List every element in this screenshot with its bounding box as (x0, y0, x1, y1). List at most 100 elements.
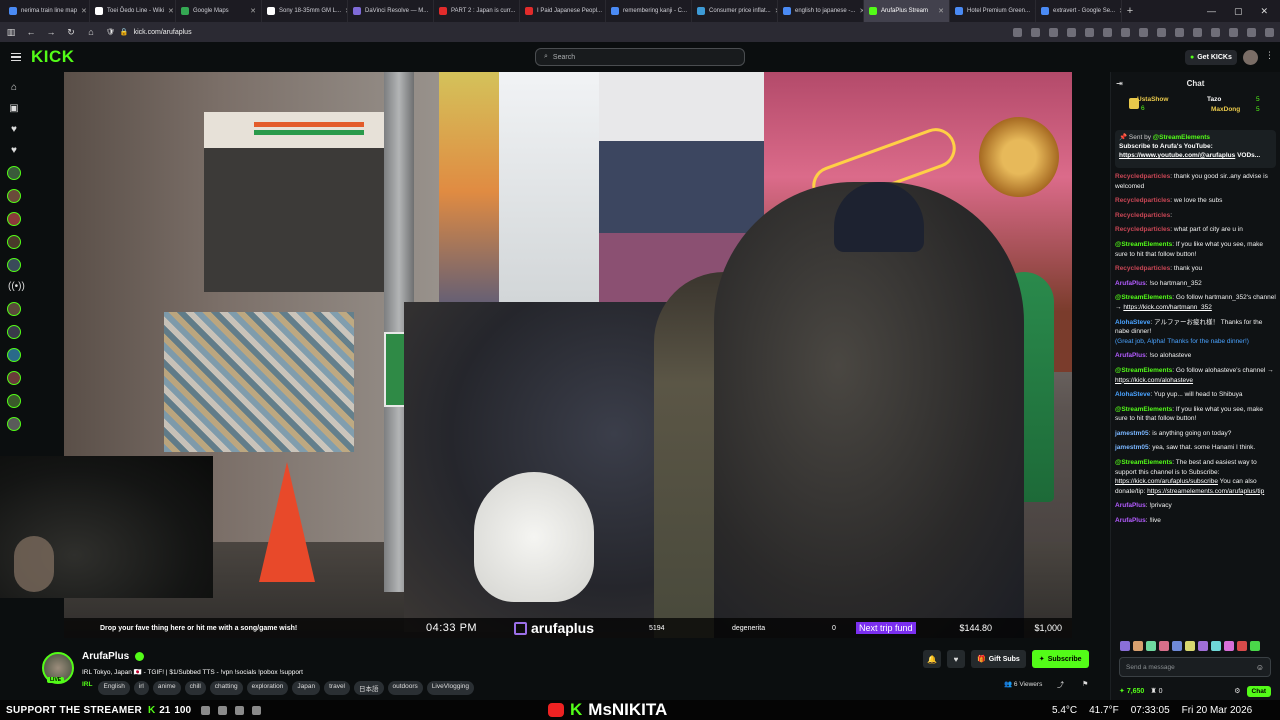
emote-icon[interactable] (1237, 641, 1247, 651)
browser-tab[interactable]: I Paid Japanese Peopl...✕ (520, 0, 606, 22)
chat-username[interactable]: jamestm05 (1115, 430, 1149, 437)
emote-icon[interactable] (1146, 641, 1156, 651)
following-icon[interactable]: ♥ (8, 145, 20, 157)
chat-username[interactable]: Recycledparticles (1115, 197, 1170, 204)
chat-username[interactable]: ArufaPlus (1115, 517, 1146, 524)
chat-link[interactable]: https://kick.com/arufaplus/subscribe (1115, 478, 1218, 485)
report-flag-icon[interactable]: ⚑ (1082, 680, 1088, 688)
chat-username[interactable]: jamestm05 (1115, 444, 1149, 451)
chat-link[interactable]: https://kick.com/hartmann_352 (1123, 304, 1212, 311)
followed-channel-avatar[interactable] (7, 212, 21, 226)
home-icon[interactable]: ⌂ (86, 27, 96, 37)
chat-username[interactable]: ArufaPlus (1115, 280, 1146, 287)
chat-username[interactable]: Recycledparticles (1115, 212, 1170, 219)
following-heart-icon[interactable]: ♥ (8, 124, 20, 136)
chat-settings-icon[interactable]: ⚙ (1234, 687, 1240, 695)
chat-username[interactable]: @StreamElements (1115, 294, 1172, 301)
chat-username[interactable]: Recycledparticles (1115, 265, 1170, 272)
followed-channel-avatar[interactable] (7, 189, 21, 203)
recommended-channel-avatar[interactable] (7, 348, 21, 362)
browser-tab[interactable]: ArufaPlus Stream ✕ (864, 0, 950, 22)
gifter-second-name[interactable]: Tazo (1207, 96, 1221, 103)
video-player[interactable]: Drop your fave thing here or hit me with… (64, 72, 1072, 638)
chat-username[interactable]: ArufaPlus (1115, 352, 1146, 359)
stream-tag[interactable]: chill (184, 681, 206, 695)
extension-icon[interactable] (1229, 27, 1238, 37)
extension-icon[interactable] (1211, 27, 1220, 37)
kick-logo[interactable]: KICK (31, 47, 75, 67)
home-icon[interactable]: ⌂ (8, 82, 20, 94)
browse-icon[interactable]: ▣ (8, 103, 20, 115)
browser-tab[interactable]: Google Maps ✕ (176, 0, 262, 22)
user-avatar[interactable] (1243, 50, 1258, 65)
stream-tag[interactable]: chatting (209, 681, 243, 695)
recommended-channel-avatar[interactable] (7, 417, 21, 431)
chat-send-button[interactable]: Chat (1246, 685, 1271, 697)
chat-username[interactable]: Recycledparticles (1115, 226, 1170, 233)
download-icon[interactable] (1085, 27, 1094, 37)
close-tab-icon[interactable]: ✕ (81, 7, 87, 15)
emote-icon[interactable] (1198, 641, 1208, 651)
browser-tab[interactable]: english to japanese -...✕ (778, 0, 864, 22)
close-window-icon[interactable]: ✕ (1260, 6, 1268, 17)
url-field[interactable]: 🛡 🔒 kick.com/arufaplus (106, 25, 366, 39)
recommended-channel-avatar[interactable] (7, 325, 21, 339)
extension-icon[interactable] (1013, 27, 1022, 37)
chat-link[interactable]: https://kick.com/alohasteve (1115, 377, 1193, 384)
minimize-icon[interactable]: — (1207, 6, 1216, 17)
browser-tab[interactable]: Hotel Premium Green...✕ (950, 0, 1036, 22)
emote-icon[interactable] (1133, 641, 1143, 651)
chat-username[interactable]: AlohaSteve (1115, 319, 1150, 326)
stream-tag[interactable]: LiveVlogging (426, 681, 475, 695)
stream-category[interactable]: IRL (82, 681, 92, 695)
extension-icon[interactable] (1031, 27, 1040, 37)
browser-tab[interactable]: DaVinci Resolve — M...✕ (348, 0, 434, 22)
emote-icon[interactable] (1172, 641, 1182, 651)
pinned-link[interactable]: https://www.youtube.com/@arufaplus (1119, 152, 1235, 159)
subscribe-button[interactable]: ✦ Subscribe (1031, 650, 1089, 668)
browser-tab[interactable]: remembering kanji - C...✕ (606, 0, 692, 22)
stream-tag[interactable]: Japan (292, 681, 321, 695)
chat-username[interactable]: Recycledparticles (1115, 173, 1170, 180)
browser-tab[interactable]: extravert - Google Se...✕ (1036, 0, 1122, 22)
stream-tag[interactable]: English (98, 681, 130, 695)
search-input[interactable]: ⌕ Search (535, 48, 745, 66)
chat-input[interactable]: Send a message ☺ (1119, 657, 1271, 677)
gifter-third-name[interactable]: MaxDong (1211, 106, 1240, 113)
stream-tag[interactable]: travel (324, 681, 351, 695)
notification-bell-icon[interactable]: 🔔 (923, 650, 941, 668)
chat-username[interactable]: @StreamElements (1115, 459, 1172, 466)
get-kicks-button[interactable]: ● Get KICKs (1185, 50, 1237, 65)
new-tab-icon[interactable]: + (1122, 5, 1138, 17)
extension-icon[interactable] (1121, 27, 1130, 37)
emote-icon[interactable] (1211, 641, 1221, 651)
stream-tag[interactable]: 日本語 (354, 681, 384, 695)
follow-heart-icon[interactable]: ♥ (947, 650, 965, 668)
recommended-channel-avatar[interactable] (7, 394, 21, 408)
extension-icon[interactable] (1175, 27, 1184, 37)
chat-username[interactable]: ArufaPlus (1115, 502, 1146, 509)
reload-icon[interactable]: ↻ (66, 27, 76, 38)
collapse-chat-icon[interactable]: ⇥ (1116, 79, 1123, 88)
emote-icon[interactable] (1224, 641, 1234, 651)
browser-tab[interactable]: Toei Ōedo Line - Wiki ✕ (90, 0, 176, 22)
extension-icon[interactable] (1139, 27, 1148, 37)
menu-icon[interactable] (1265, 27, 1274, 37)
chat-username[interactable]: @StreamElements (1115, 367, 1172, 374)
more-options-icon[interactable]: ⋮ (1265, 50, 1274, 61)
chat-username[interactable]: @StreamElements (1115, 241, 1172, 248)
browser-tab[interactable]: Sony 18-35mm GM L...✕ (262, 0, 348, 22)
chat-username[interactable]: AlohaSteve (1115, 391, 1150, 398)
chat-link[interactable]: https://streamelements.com/arufaplus/tip (1147, 488, 1264, 495)
emote-icon[interactable] (1185, 641, 1195, 651)
recommended-channel-avatar[interactable] (7, 371, 21, 385)
emote-icon[interactable] (1120, 641, 1130, 651)
extension-icon[interactable] (1103, 27, 1112, 37)
stream-tag[interactable]: irl (133, 681, 149, 695)
sidebar-toggle-icon[interactable]: ▥ (6, 27, 16, 38)
emote-icon[interactable] (1159, 641, 1169, 651)
gift-subs-button[interactable]: 🎁 Gift Subs (971, 650, 1026, 668)
browser-tab[interactable]: PART 2 : Japan is curr...✕ (434, 0, 520, 22)
close-tab-icon[interactable]: ✕ (168, 7, 174, 15)
close-tab-icon[interactable]: ✕ (250, 7, 256, 15)
